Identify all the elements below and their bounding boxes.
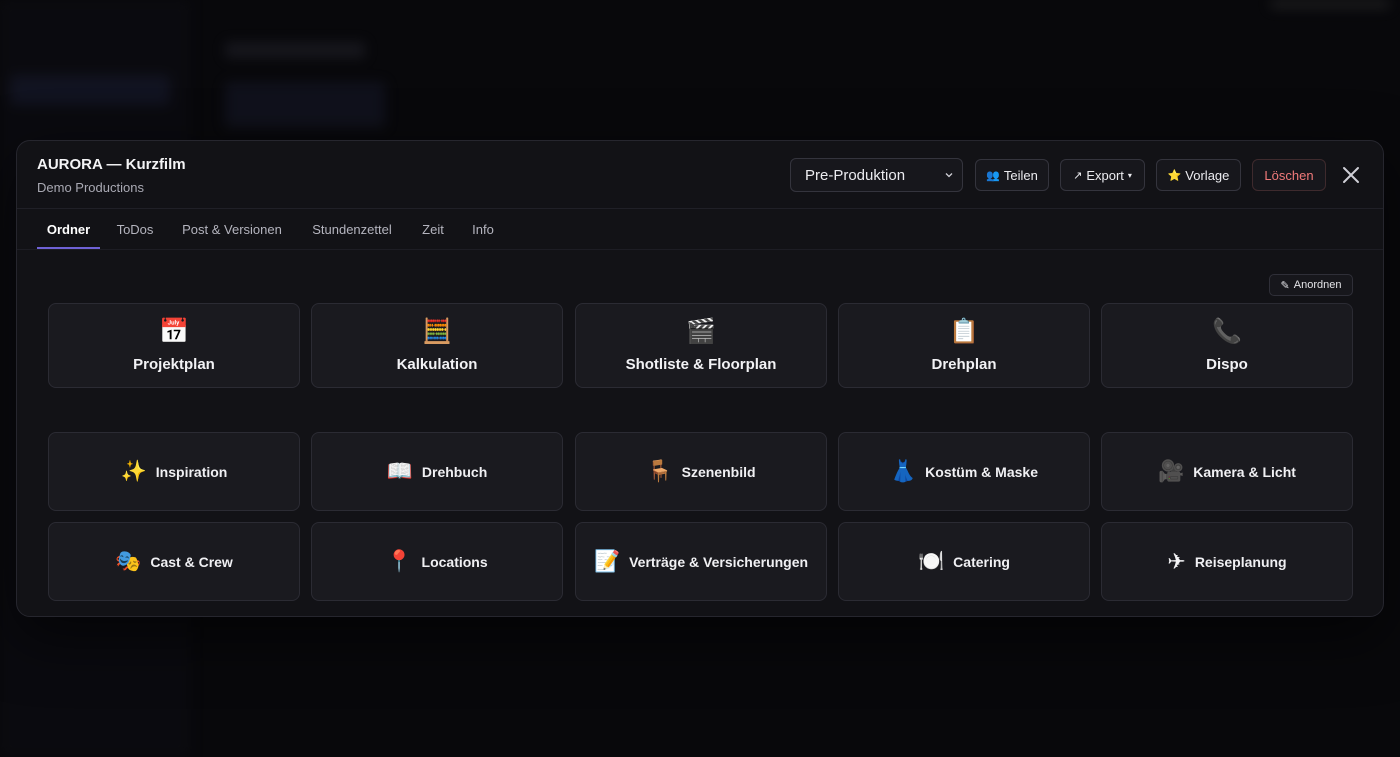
clipboard-icon: 📋 bbox=[949, 318, 979, 345]
theater-masks-icon: 🎭 bbox=[115, 549, 142, 573]
folder-label: Inspiration bbox=[155, 463, 228, 480]
folder-card-cast-crew[interactable]: 🎭 Cast & Crew bbox=[48, 522, 300, 601]
plate-icon: 🍽️ bbox=[918, 549, 945, 573]
template-button-label: Vorlage bbox=[1185, 167, 1230, 183]
open-book-icon: 📖 bbox=[386, 459, 413, 483]
folder-card-vertraege[interactable]: 📝 Verträge & Versicherungen bbox=[575, 522, 827, 601]
phase-select[interactable]: Pre-Produktion bbox=[790, 158, 963, 192]
tab-stundenzettel[interactable]: Stundenzettel bbox=[310, 210, 394, 249]
phase-select-value: Pre-Produktion bbox=[805, 167, 906, 184]
folder-card-inspiration[interactable]: ✨ Inspiration bbox=[48, 432, 300, 511]
folder-label: Locations bbox=[421, 553, 488, 570]
folder-label: Drehbuch bbox=[421, 463, 488, 480]
background-block bbox=[225, 82, 385, 128]
folder-card-reiseplanung[interactable]: ✈ Reiseplanung bbox=[1101, 522, 1353, 601]
folder-label: Drehplan bbox=[931, 356, 997, 373]
folder-card-locations[interactable]: 📍 Locations bbox=[311, 522, 563, 601]
folder-label: Catering bbox=[953, 553, 1010, 570]
folder-label: Dispo bbox=[1206, 356, 1248, 373]
project-modal: AURORA — Kurzfilm Demo Productions Pre-P… bbox=[16, 140, 1384, 617]
folder-label: Kalkulation bbox=[396, 356, 478, 373]
folder-card-dispo[interactable]: 📞 Dispo bbox=[1101, 303, 1353, 388]
airplane-icon: ✈ bbox=[1167, 548, 1186, 574]
arrow-up-right-icon: ↗ bbox=[1073, 169, 1083, 182]
folder-card-drehbuch[interactable]: 📖 Drehbuch bbox=[311, 432, 563, 511]
chair-icon: 🪑 bbox=[646, 459, 673, 483]
folder-label: Reiseplanung bbox=[1194, 553, 1287, 570]
folder-label: Cast & Crew bbox=[150, 553, 233, 570]
project-company: Demo Productions bbox=[37, 180, 144, 195]
delete-button-label: Löschen bbox=[1264, 167, 1314, 183]
star-icon: ⭐ bbox=[1167, 169, 1182, 182]
pin-icon: 📍 bbox=[386, 549, 413, 573]
folder-card-kalkulation[interactable]: 🧮 Kalkulation bbox=[311, 303, 563, 388]
tab-bar: Ordner ToDos Post & Versionen Stundenzet… bbox=[37, 210, 1365, 250]
folder-label: Kamera & Licht bbox=[1193, 463, 1296, 480]
folder-card-szenenbild[interactable]: 🪑 Szenenbild bbox=[575, 432, 827, 511]
close-icon[interactable] bbox=[1341, 165, 1361, 185]
project-title: AURORA — Kurzfilm bbox=[37, 156, 186, 173]
delete-button[interactable]: Löschen bbox=[1252, 159, 1326, 191]
modal-header: AURORA — Kurzfilm Demo Productions Pre-P… bbox=[17, 141, 1383, 209]
folder-label: Verträge & Versicherungen bbox=[629, 553, 809, 570]
arrange-button[interactable]: ✎ Anordnen bbox=[1269, 274, 1353, 296]
background-heading bbox=[225, 42, 365, 58]
share-button-label: Teilen bbox=[1003, 167, 1038, 183]
folder-label: Kostüm & Maske bbox=[925, 463, 1038, 480]
abacus-icon: 🧮 bbox=[422, 318, 452, 345]
dress-icon: 👗 bbox=[890, 459, 917, 483]
people-icon: 👥 bbox=[986, 169, 1000, 182]
tabs-divider bbox=[17, 249, 1383, 250]
pencil-icon: ✎ bbox=[1280, 279, 1290, 292]
arrange-button-label: Anordnen bbox=[1293, 279, 1342, 291]
export-button-label: Export bbox=[1086, 167, 1124, 183]
folder-card-projektplan[interactable]: 📅 Projektplan bbox=[48, 303, 300, 388]
tab-zeit[interactable]: Zeit bbox=[421, 210, 445, 249]
memo-icon: 📝 bbox=[593, 549, 621, 573]
template-button[interactable]: ⭐ Vorlage bbox=[1156, 159, 1241, 191]
calendar-icon: 📅 bbox=[159, 318, 189, 345]
folder-card-catering[interactable]: 🍽️ Catering bbox=[838, 522, 1090, 601]
folder-label: Shotliste & Floorplan bbox=[625, 356, 777, 373]
movie-camera-icon: 🎥 bbox=[1158, 459, 1185, 483]
caret-down-icon: ▾ bbox=[1127, 170, 1132, 180]
tab-info[interactable]: Info bbox=[471, 210, 495, 249]
clapperboard-icon: 🎬 bbox=[686, 318, 716, 345]
folder-card-shotliste[interactable]: 🎬 Shotliste & Floorplan bbox=[575, 303, 827, 388]
background-topbar bbox=[1270, 0, 1390, 8]
folder-card-kamera-licht[interactable]: 🎥 Kamera & Licht bbox=[1101, 432, 1353, 511]
folder-card-drehplan[interactable]: 📋 Drehplan bbox=[838, 303, 1090, 388]
tab-post-versionen[interactable]: Post & Versionen bbox=[181, 210, 283, 249]
export-button[interactable]: ↗ Export ▾ bbox=[1060, 159, 1145, 191]
share-button[interactable]: 👥 Teilen bbox=[975, 159, 1049, 191]
sparkles-icon: ✨ bbox=[120, 459, 147, 483]
folder-label: Szenenbild bbox=[681, 463, 756, 480]
folder-label: Projektplan bbox=[133, 356, 215, 373]
background-nav-item bbox=[10, 75, 170, 105]
tab-ordner[interactable]: Ordner bbox=[37, 210, 100, 249]
chevron-down-icon bbox=[945, 173, 953, 178]
tab-todos[interactable]: ToDos bbox=[116, 210, 154, 249]
folder-card-kostuem-maske[interactable]: 👗 Kostüm & Maske bbox=[838, 432, 1090, 511]
phone-icon: 📞 bbox=[1212, 318, 1242, 345]
